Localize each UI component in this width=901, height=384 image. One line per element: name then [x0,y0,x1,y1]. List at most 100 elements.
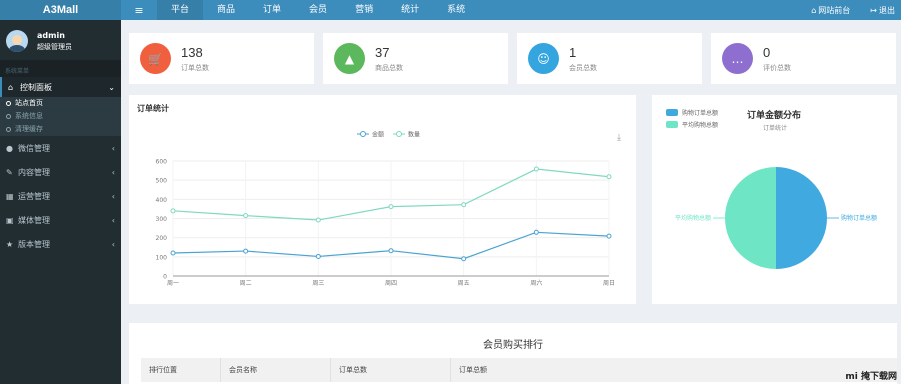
column-header[interactable]: 订单总额 [451,358,571,382]
edit-icon: ✎ [6,167,13,177]
sidebar-item-label: 控制面板 [20,82,52,92]
dashboard-icon: ⌂ [8,82,14,92]
download-icon[interactable]: ⤓ [617,133,621,143]
submenu-label: 清理缓存 [15,125,43,133]
site-frontend-label: 网站前台 [818,5,851,15]
comment-icon: … [722,43,753,74]
sidebar-item-operations[interactable]: ▦ 运营管理 ‹ [0,184,121,208]
nav-tab-orders[interactable]: 订单 [249,0,295,20]
submenu-label: 站点首页 [15,99,43,107]
menu-toggle-icon[interactable]: ≡ [121,4,157,17]
data-point [533,166,539,172]
sidebar-item-content[interactable]: ✎ 内容管理 ‹ [0,160,121,184]
stat-card-members: ☺ 1 会员总数 [517,33,702,84]
nav-tab-stats[interactable]: 统计 [387,0,433,20]
logout-icon: ↦ [870,5,877,15]
column-header[interactable]: 会员名称 [221,358,331,382]
data-point [170,208,176,214]
logout-link[interactable]: ↦ 退出 [860,5,895,16]
ranking-title: 会员购买排行 [483,340,543,351]
user-name: admin [37,30,65,40]
chevron-left-icon: ‹ [111,143,115,153]
submenu-item-home[interactable]: 站点首页 [0,97,121,110]
legend-label: 平均购物总额 [682,121,718,129]
x-tick-label: 周六 [530,279,542,287]
avatar [6,30,28,52]
submenu-item-sysinfo[interactable]: 系统信息 [0,110,121,123]
legend-label: 购物订单总额 [682,109,718,117]
sidebar-item-dashboard[interactable]: ⌂ 控制面板 ⌄ [0,77,121,97]
user-icon: ☺ [528,43,559,74]
logout-label: 退出 [879,5,895,15]
stat-label: 订单总数 [181,63,209,72]
stat-value: 1 [569,44,577,60]
nav-tab-marketing[interactable]: 营销 [341,0,387,20]
chevron-down-icon: ⌄ [108,82,115,92]
pie-slice [725,167,776,269]
nav-tab-goods[interactable]: 商品 [203,0,249,20]
data-point [243,248,249,254]
x-tick-label: 周一 [167,280,179,287]
column-header[interactable]: 排行位置 [141,358,221,382]
site-frontend-link[interactable]: ⌂ 网站前台 [801,5,850,16]
nav-tab-platform[interactable]: 平台 [157,0,204,20]
stat-card-orders: 🛒 138 订单总数 [129,33,314,84]
data-point [461,202,467,208]
cart-icon: 🛒 [140,43,171,74]
legend-label: 金额 [372,131,384,139]
stat-label: 会员总数 [569,63,597,72]
data-point [606,233,612,239]
slice-label: 购物订单总额 [841,214,877,222]
wechat-icon: ● [6,143,13,153]
stat-label: 评价总数 [763,63,791,72]
chevron-left-icon: ‹ [111,167,115,177]
legend-marker [360,131,366,137]
x-tick-label: 周五 [458,280,470,287]
stat-value: 138 [181,44,203,60]
submenu-label: 系统信息 [15,112,43,120]
slice-label: 平均购物总额 [675,214,711,222]
data-point [533,229,539,235]
legend-swatch [666,121,678,128]
y-tick-label: 600 [156,159,168,166]
legend-swatch [666,109,678,116]
sidebar-item-label: 微信管理 [18,143,50,153]
y-tick-label: 400 [156,197,168,204]
sidebar-item-label: 内容管理 [18,167,50,177]
chevron-left-icon: ‹ [111,191,115,201]
x-tick-label: 周日 [603,280,615,287]
image-icon: ▣ [6,215,14,225]
home-icon: ⌂ [811,5,817,15]
app-logo[interactable]: A3Mall [0,0,121,20]
nav-tab-system[interactable]: 系统 [433,0,479,20]
x-tick-label: 周二 [240,280,252,287]
data-point [606,174,612,180]
order-amount-pie-chart: 购物订单总额平均购物总额购物订单总额平均购物总额 [666,109,877,269]
sidebar-item-media[interactable]: ▣ 媒体管理 ‹ [0,208,121,232]
sidebar-item-wechat[interactable]: ● 微信管理 ‹ [0,136,121,160]
sidebar-item-label: 媒体管理 [18,215,50,225]
data-point [243,213,249,219]
legend-label: 数量 [408,131,420,139]
chart-area-icon: ▲ [334,43,365,74]
sidebar: admin 超级管理员 系统菜单 ⌂ 控制面板 ⌄ 站点首页 系统信息 清理缓存… [0,20,121,384]
user-info: admin 超级管理员 [37,31,72,52]
ranking-table-header: 排行位置 会员名称 订单总数 订单总额 [141,358,897,382]
watermark-logo: mi 掩下载网 [845,372,897,382]
nav-tab-members[interactable]: 会员 [295,0,341,20]
sidebar-item-version[interactable]: ★ 版本管理 ‹ [0,232,121,256]
chevron-left-icon: ‹ [111,239,115,249]
stat-card-goods: ▲ 37 商品总数 [323,33,508,84]
user-panel: admin 超级管理员 [0,20,121,60]
legend-marker [396,131,402,137]
y-tick-label: 200 [156,235,168,242]
y-tick-label: 300 [156,216,168,223]
order-line-chart: 0100200300400500600周一 周二 周三 周四 周五 周六 周日金额 数量 ⤓ [156,131,621,288]
x-tick-label: 周四 [385,280,397,287]
sidebar-section-label: 系统菜单 [0,60,121,77]
submenu-item-clear-cache[interactable]: 清理缓存 [0,123,121,136]
sitemap-icon: ▦ [6,191,14,201]
column-header[interactable]: 订单总数 [331,358,451,382]
stat-card-reviews: … 0 评价总数 [711,33,896,84]
stat-value: 37 [375,44,390,60]
